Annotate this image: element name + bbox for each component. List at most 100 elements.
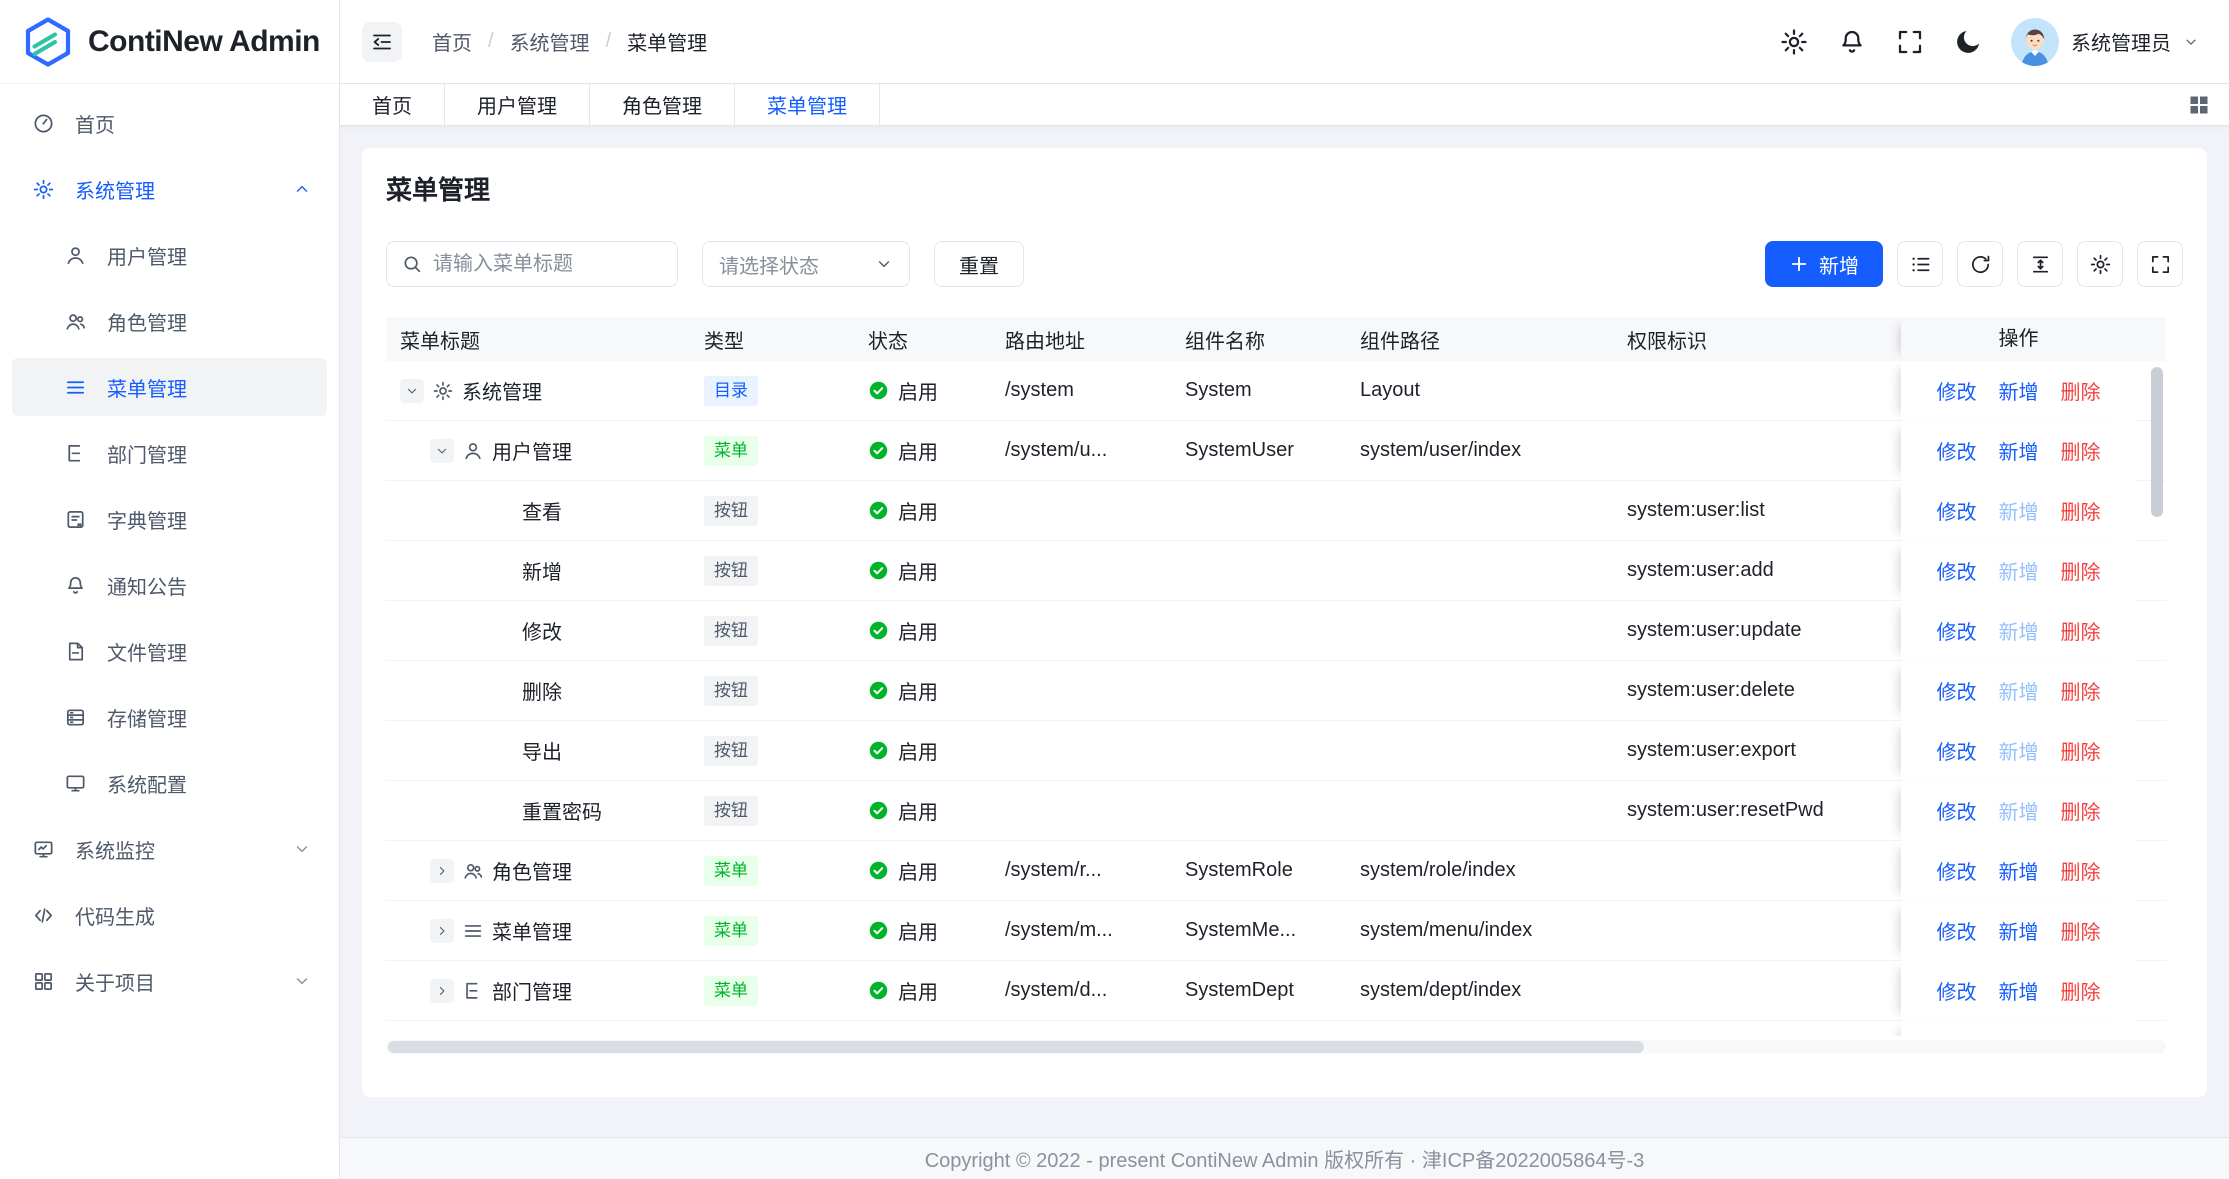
breadcrumb-home[interactable]: 首页: [432, 27, 472, 56]
sidebar-item-label: 部门管理: [107, 439, 327, 468]
content-area: 菜单管理 请选择状态 重置 新增: [340, 126, 2229, 1179]
chevron-down-icon: [293, 840, 311, 858]
delete-link[interactable]: 删除: [2061, 616, 2101, 645]
delete-link[interactable]: 删除: [2061, 856, 2101, 885]
sidebar-item-file-mgmt[interactable]: 文件管理: [12, 622, 327, 680]
type-tag: 按钮: [704, 556, 758, 586]
cell-permission: system:user:update: [1611, 619, 1901, 642]
expand-toggle[interactable]: [430, 979, 454, 1003]
fullscreen-button[interactable]: [1895, 27, 1925, 57]
edit-link[interactable]: 修改: [1937, 976, 1977, 1005]
edit-link[interactable]: 修改: [1937, 856, 1977, 885]
cell-menu-title: 重置密码: [386, 796, 696, 825]
toolbar-settings-button[interactable]: [2077, 241, 2123, 287]
add-link[interactable]: 新增: [1999, 856, 2039, 885]
delete-link[interactable]: 删除: [2061, 556, 2101, 585]
add-link[interactable]: 新增: [1999, 976, 2039, 1005]
cell-menu-title: 修改: [386, 616, 696, 645]
cell-status: 启用: [856, 376, 981, 405]
settings-button[interactable]: [1779, 27, 1809, 57]
sidebar-item-label: 关于项目: [75, 967, 293, 996]
sidebar-item-system[interactable]: 系统管理: [12, 160, 327, 218]
expand-toggle[interactable]: [400, 379, 424, 403]
sidebar-menu: 首页系统管理用户管理角色管理菜单管理部门管理字典管理通知公告文件管理存储管理系统…: [0, 84, 339, 1010]
sidebar-item-dict-mgmt[interactable]: 字典管理: [12, 490, 327, 548]
sidebar-item-label: 菜单管理: [107, 373, 327, 402]
theme-button[interactable]: [1953, 27, 1983, 57]
edit-link[interactable]: 修改: [1937, 736, 1977, 765]
vertical-scrollbar[interactable]: [2151, 367, 2163, 517]
add-link: 新增: [1999, 556, 2039, 585]
sidebar-item-code-gen[interactable]: 代码生成: [12, 886, 327, 944]
sidebar-item-menu-mgmt[interactable]: 菜单管理: [12, 358, 327, 416]
edit-link[interactable]: 修改: [1937, 556, 1977, 585]
edit-link[interactable]: 修改: [1937, 376, 1977, 405]
gear-icon: [2089, 253, 2112, 276]
tab-list-button[interactable]: [2187, 93, 2211, 117]
search-input[interactable]: [433, 253, 663, 276]
edit-link[interactable]: 修改: [1937, 496, 1977, 525]
users-icon: [462, 860, 484, 882]
expand-toggle[interactable]: [430, 859, 454, 883]
add-link[interactable]: 新增: [1999, 916, 2039, 945]
sidebar-collapse-button[interactable]: [362, 22, 402, 62]
table-row: 系统管理目录启用/systemSystemLayout修改新增删除: [386, 361, 2166, 421]
tab-3[interactable]: 菜单管理: [735, 84, 880, 125]
cell-status: 启用: [856, 796, 981, 825]
delete-link[interactable]: 删除: [2061, 496, 2101, 525]
horizontal-scrollbar[interactable]: [388, 1041, 1644, 1053]
cell-route: /system: [981, 379, 1161, 402]
users-icon: [64, 310, 87, 333]
menu-title-text: 菜单管理: [492, 916, 572, 945]
notifications-button[interactable]: [1837, 27, 1867, 57]
col-path: 组件路径: [1336, 325, 1611, 354]
add-button[interactable]: 新增: [1765, 241, 1883, 287]
monitor-chart-icon: [32, 838, 55, 861]
status-select[interactable]: 请选择状态: [702, 241, 910, 287]
menu-icon: [462, 920, 484, 942]
sidebar-item-about[interactable]: 关于项目: [12, 952, 327, 1010]
breadcrumb-system[interactable]: 系统管理: [510, 27, 590, 56]
delete-link[interactable]: 删除: [2061, 436, 2101, 465]
sidebar-item-sys-config[interactable]: 系统配置: [12, 754, 327, 812]
delete-link[interactable]: 删除: [2061, 376, 2101, 405]
sidebar-item-storage-mgmt[interactable]: 存储管理: [12, 688, 327, 746]
sidebar-item-notice[interactable]: 通知公告: [12, 556, 327, 614]
code-icon: [32, 904, 55, 927]
reset-button[interactable]: 重置: [934, 241, 1024, 287]
toolbar-line-height-button[interactable]: [2017, 241, 2063, 287]
toolbar-fullscreen-button[interactable]: [2137, 241, 2183, 287]
expand-toggle[interactable]: [430, 439, 454, 463]
toolbar-refresh-button[interactable]: [1957, 241, 2003, 287]
delete-link[interactable]: 删除: [2061, 796, 2101, 825]
topbar-actions: 系统管理员: [1779, 18, 2199, 66]
edit-link[interactable]: 修改: [1937, 916, 1977, 945]
toolbar-list-button[interactable]: [1897, 241, 1943, 287]
edit-link[interactable]: 修改: [1937, 616, 1977, 645]
delete-link[interactable]: 删除: [2061, 976, 2101, 1005]
add-link[interactable]: 新增: [1999, 376, 2039, 405]
sidebar-item-dept-mgmt[interactable]: 部门管理: [12, 424, 327, 482]
fullscreen-icon: [2149, 253, 2172, 276]
check-circle-icon: [868, 680, 889, 701]
col-status: 状态: [856, 325, 981, 354]
cell-path: system/menu/index: [1336, 919, 1611, 942]
tab-1[interactable]: 用户管理: [445, 84, 590, 125]
expand-toggle[interactable]: [430, 919, 454, 943]
delete-link[interactable]: 删除: [2061, 916, 2101, 945]
delete-link[interactable]: 删除: [2061, 676, 2101, 705]
edit-link[interactable]: 修改: [1937, 796, 1977, 825]
sidebar-item-role-mgmt[interactable]: 角色管理: [12, 292, 327, 350]
tab-2[interactable]: 角色管理: [590, 84, 735, 125]
sidebar-item-sys-monitor[interactable]: 系统监控: [12, 820, 327, 878]
sidebar-item-home[interactable]: 首页: [12, 94, 327, 152]
add-link[interactable]: 新增: [1999, 436, 2039, 465]
sidebar-item-user-mgmt[interactable]: 用户管理: [12, 226, 327, 284]
delete-link[interactable]: 删除: [2061, 736, 2101, 765]
edit-link[interactable]: 修改: [1937, 676, 1977, 705]
col-permission: 权限标识: [1611, 325, 1901, 354]
edit-link[interactable]: 修改: [1937, 436, 1977, 465]
menu-title-search[interactable]: [386, 241, 678, 287]
user-menu[interactable]: 系统管理员: [2011, 18, 2199, 66]
tab-0[interactable]: 首页: [340, 84, 445, 125]
